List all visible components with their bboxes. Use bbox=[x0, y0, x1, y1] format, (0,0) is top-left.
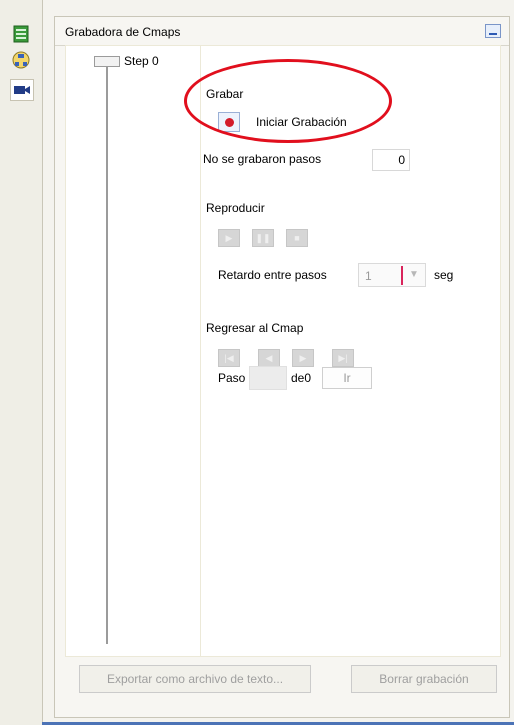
previous-step-icon: ◀ bbox=[265, 352, 273, 363]
no-steps-label: No se grabaron pasos bbox=[203, 152, 322, 166]
concept-map-icon[interactable] bbox=[10, 50, 32, 70]
stop-icon: ■ bbox=[294, 233, 300, 243]
step-label: Step 0 bbox=[124, 54, 159, 68]
chevron-down-icon[interactable]: ▼ bbox=[405, 267, 423, 283]
next-step-icon: ▶ bbox=[299, 352, 307, 363]
previous-step-button[interactable]: ◀ bbox=[258, 349, 280, 367]
list-icon[interactable] bbox=[10, 24, 32, 44]
pause-icon: ❚❚ bbox=[255, 232, 271, 243]
recorder-content: Step 0 Grabar Iniciar Grabación No se gr… bbox=[65, 45, 501, 657]
panel-title: Grabadora de Cmaps bbox=[65, 25, 181, 39]
step-number-input[interactable] bbox=[249, 366, 287, 390]
return-section-label: Regresar al Cmap bbox=[206, 321, 304, 335]
first-step-button[interactable]: |◀ bbox=[218, 349, 240, 367]
export-text-button[interactable]: Exportar como archivo de texto... bbox=[79, 665, 311, 693]
step-count-field: 0 bbox=[372, 149, 410, 171]
step-timeline: Step 0 bbox=[66, 46, 201, 656]
play-button[interactable]: ▶ bbox=[218, 229, 240, 247]
of-label: de0 bbox=[291, 371, 312, 385]
recorder-panel: Grabadora de Cmaps Step 0 Grabar Iniciar… bbox=[54, 16, 510, 718]
step-item[interactable]: Step 0 bbox=[94, 54, 159, 68]
play-icon: ▶ bbox=[225, 232, 233, 243]
last-step-button[interactable]: ▶| bbox=[332, 349, 354, 367]
delay-select[interactable]: 1 ▼ bbox=[358, 263, 426, 287]
delay-unit: seg bbox=[434, 268, 454, 282]
go-button[interactable]: Ir bbox=[322, 367, 372, 389]
step-box bbox=[94, 55, 120, 67]
playback-section-label: Reproducir bbox=[206, 201, 265, 215]
timeline-line bbox=[106, 64, 108, 644]
minimize-button[interactable] bbox=[485, 24, 501, 38]
panel-header: Grabadora de Cmaps bbox=[55, 17, 509, 46]
delete-recording-button[interactable]: Borrar grabación bbox=[351, 665, 497, 693]
step-label: Paso bbox=[218, 371, 246, 385]
recorder-icon[interactable] bbox=[10, 79, 34, 101]
highlight-ellipse bbox=[184, 59, 392, 143]
left-toolbar bbox=[0, 0, 43, 725]
delay-divider bbox=[401, 266, 403, 285]
next-step-button[interactable]: ▶ bbox=[292, 349, 314, 367]
delay-label: Retardo entre pasos bbox=[218, 268, 327, 282]
delay-value: 1 bbox=[365, 269, 372, 283]
pause-button[interactable]: ❚❚ bbox=[252, 229, 274, 247]
stop-button[interactable]: ■ bbox=[286, 229, 308, 247]
first-step-icon: |◀ bbox=[224, 352, 234, 363]
last-step-icon: ▶| bbox=[338, 352, 348, 363]
